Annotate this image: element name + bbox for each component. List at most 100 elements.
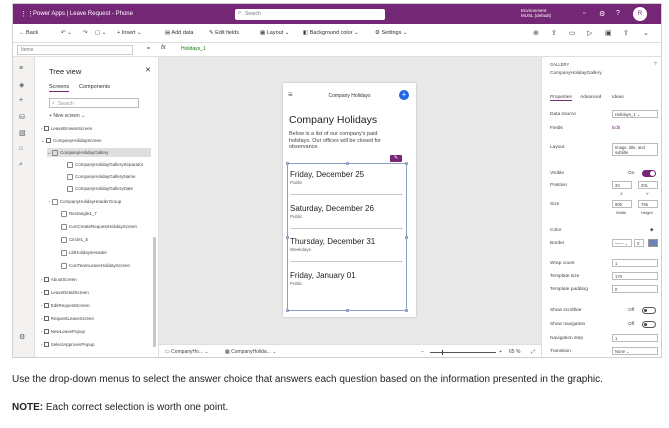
transition-dropdown[interactable]: None ⌄ (612, 347, 658, 355)
tree-view-icon[interactable]: ◈ (19, 81, 24, 89)
template-padding-input[interactable]: 0 (612, 285, 658, 293)
edit-fields-button[interactable]: ✎ Edit fields (209, 30, 239, 36)
gallery-item[interactable]: Saturday, December 26 Public (290, 204, 404, 219)
tree-node[interactable]: Circle1_5 (61, 235, 88, 244)
property-dropdown[interactable]: Items (17, 45, 133, 55)
fx-label[interactable]: fx (161, 45, 166, 51)
resize-handle[interactable] (405, 162, 408, 165)
gear-icon[interactable]: ⚙ (599, 10, 605, 18)
zoom-in-icon[interactable]: + (499, 349, 502, 355)
border-color-swatch[interactable] (648, 239, 658, 247)
resize-handle[interactable] (405, 309, 408, 312)
tree-scrollbar[interactable] (153, 237, 156, 347)
tree-search-input[interactable]: ⌕ Search (49, 98, 139, 108)
height-input[interactable]: 755 (638, 200, 658, 208)
share-icon[interactable]: ⇪ (551, 29, 557, 37)
insert-icon[interactable]: + (19, 97, 23, 104)
tab-properties[interactable]: Properties (550, 95, 572, 101)
resize-handle[interactable] (286, 309, 289, 312)
show-scrollbar-toggle[interactable] (642, 307, 656, 314)
tree-node[interactable]: ⌄ CompanyHolidayScreen (41, 136, 102, 145)
breadcrumb-control[interactable]: ▦ CompanyHolida... ⌄ (225, 349, 276, 355)
tab-screens[interactable]: Screens (49, 84, 70, 92)
layout-dropdown[interactable]: Image, title, and subtitle (612, 143, 658, 156)
global-search-input[interactable]: ⌕ Search (235, 9, 385, 20)
overflow-icon[interactable]: ⌄ (643, 29, 649, 37)
show-navigation-toggle[interactable] (642, 321, 656, 328)
template-size-input[interactable]: 170 (612, 272, 658, 280)
border-width-input[interactable]: 0 (634, 239, 644, 247)
tree-node-selected[interactable]: ⌄ CompanyHolidayGallery (47, 148, 151, 157)
tree-node[interactable]: › LeaveDetailScreen (41, 288, 89, 297)
gallery-item[interactable]: Friday, December 25 Public (290, 170, 404, 185)
redo-icon[interactable]: ↷ (83, 30, 88, 36)
zoom-out-icon[interactable]: − (421, 349, 424, 355)
resize-handle[interactable] (286, 162, 289, 165)
tree-node[interactable]: › EditRequestScreen (41, 301, 90, 310)
gallery-item[interactable]: Friday, January 01 Public (290, 271, 404, 286)
width-input[interactable]: 600 (612, 200, 632, 208)
bell-icon[interactable]: ▫ (583, 10, 585, 17)
tree-node[interactable]: › AboutScreen (41, 275, 77, 284)
wrap-count-input[interactable]: 1 (612, 259, 658, 267)
tab-components[interactable]: Components (79, 84, 110, 90)
help-icon[interactable]: ? (616, 10, 620, 17)
paste-icon[interactable]: ▢ ⌄ (95, 30, 106, 36)
settings-button[interactable]: ⚙ Settings ⌄ (375, 30, 407, 36)
position-y-input[interactable]: 201 (638, 181, 658, 189)
zoom-slider[interactable] (430, 352, 496, 353)
help-icon[interactable]: ? (654, 62, 657, 67)
tree-node[interactable]: LblHolidaysHeader (61, 248, 107, 257)
app-launcher-icon[interactable]: ⋮⋮ (20, 10, 34, 18)
tree-node[interactable]: › LeaveBrowseScreen (41, 124, 92, 133)
comments-icon[interactable]: ▭ (569, 29, 576, 37)
gallery-item[interactable]: Thursday, December 31 Weekdays (290, 237, 404, 252)
tab-ideas[interactable]: Ideas (612, 95, 624, 100)
fields-edit-link[interactable]: Edit (612, 126, 620, 131)
color-picker-icon[interactable]: ⬥ (650, 227, 653, 233)
environment-picker[interactable]: Environment MUSL (default) (521, 8, 551, 18)
tree-node[interactable]: IconCreateRequestHolidayScreen (61, 222, 137, 231)
insert-button[interactable]: + Insert ⌄ (117, 30, 142, 36)
zoom-slider-thumb[interactable] (442, 350, 443, 355)
breadcrumb-screen[interactable]: ▭ CompanyHo... ⌄ (165, 349, 209, 355)
add-data-button[interactable]: ▤ Add data (165, 30, 193, 36)
new-screen-button[interactable]: + New screen ⌄ (49, 113, 85, 119)
settings-rail-icon[interactable]: ⚙ (19, 333, 25, 341)
back-button[interactable]: ← Back (19, 30, 38, 36)
formula-input[interactable]: Holidays_1 (181, 46, 206, 52)
undo-icon[interactable]: ↶ ⌄ (61, 30, 72, 36)
background-color-button[interactable]: ◧ Background color ⌄ (303, 30, 359, 36)
tree-node[interactable]: CompanyHolidayGalleryName (67, 172, 136, 181)
add-request-icon[interactable]: + (399, 90, 409, 100)
tree-node[interactable]: › CompanyHolidayHeaderGroup (49, 197, 121, 206)
app-checker-icon[interactable]: ⊕ (533, 29, 539, 37)
control-name[interactable]: CompanyHolidayGallery (550, 71, 602, 76)
close-icon[interactable]: ✕ (145, 66, 151, 74)
resize-handle[interactable] (405, 236, 408, 239)
tree-node[interactable]: › SelectApproverPopup (41, 340, 95, 349)
edit-gallery-icon[interactable]: ✎ (390, 155, 402, 162)
hamburger-icon[interactable]: ≡ (19, 65, 23, 72)
advanced-tools-icon[interactable]: ⌂ (19, 145, 23, 152)
search-rail-icon[interactable]: ⌕ (19, 161, 23, 169)
save-icon[interactable]: ▣ (605, 29, 612, 37)
layout-button[interactable]: ▦ Layout ⌄ (260, 30, 289, 36)
border-style-dropdown[interactable]: —— ⌄ (612, 239, 632, 247)
resize-handle[interactable] (346, 162, 349, 165)
play-icon[interactable]: ▷ (587, 29, 592, 37)
tree-node[interactable]: › NewLeavePopup (41, 327, 85, 336)
fit-to-window-icon[interactable]: ⤢ (531, 349, 535, 355)
avatar[interactable]: R (633, 7, 647, 21)
resize-handle[interactable] (286, 236, 289, 239)
media-icon[interactable]: ▧ (19, 129, 26, 137)
data-source-dropdown[interactable]: Holidays_1 ⌄ (612, 110, 658, 118)
position-x-input[interactable]: 20 (612, 181, 632, 189)
tab-advanced[interactable]: Advanced (580, 95, 601, 100)
navigation-step-input[interactable]: 1 (612, 334, 658, 342)
tree-node[interactable]: Rectangle1_7 (61, 209, 97, 218)
publish-icon[interactable]: ⇧ (623, 29, 629, 37)
tree-node[interactable]: › RequestLeaveScreen (41, 314, 94, 323)
data-icon[interactable]: ⛁ (19, 113, 25, 121)
tree-node[interactable]: CompanyHolidayGalleryDate (67, 184, 133, 193)
